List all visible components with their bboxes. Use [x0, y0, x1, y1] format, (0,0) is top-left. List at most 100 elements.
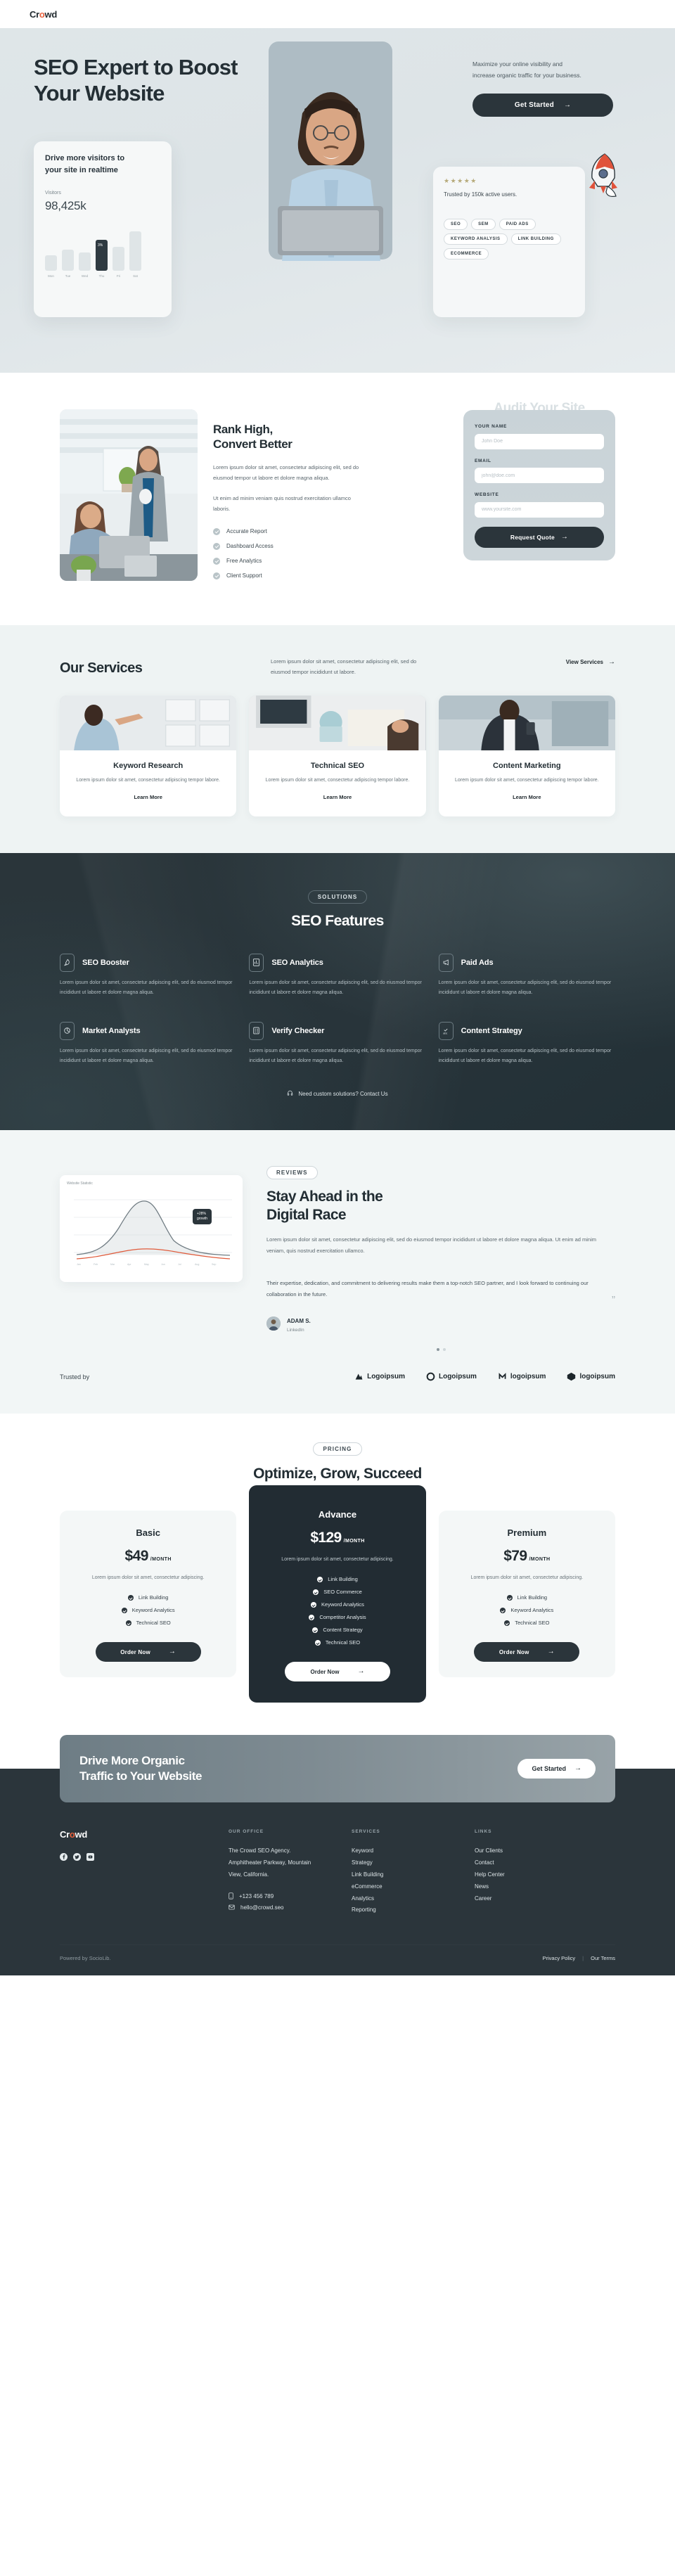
footer-link[interactable]: Help Center [475, 1869, 598, 1881]
service-card[interactable]: Content Marketing Lorem ipsum dolor sit … [438, 696, 615, 816]
website-input[interactable] [475, 501, 604, 518]
footer-service-link[interactable]: Reporting [352, 1904, 475, 1916]
hero-stats-metric-label: Visitors [45, 191, 61, 196]
footer-service-link[interactable]: Link Building [352, 1869, 475, 1881]
request-quote-label: Request Quote [510, 533, 555, 541]
email-input[interactable] [475, 468, 604, 483]
cta-get-started-button[interactable]: Get Started → [518, 1759, 596, 1779]
service-image [438, 696, 615, 751]
service-desc: Lorem ipsum dolor sit amet, consectetur … [265, 778, 410, 783]
rank-check-label: Free Analytics [226, 558, 262, 564]
plan-feature-label: Keyword Analytics [131, 1607, 175, 1614]
hero-cards: Drive more visitors to your site in real… [28, 41, 647, 318]
footer-link[interactable]: News [475, 1881, 598, 1893]
plan-feature: Keyword Analytics [453, 1607, 601, 1613]
reviews-author-role: LinkedIn [287, 1328, 304, 1333]
footer-email-row[interactable]: hello@crowd.seo [229, 1904, 352, 1911]
plan-feature: Keyword Analytics [74, 1607, 222, 1613]
footer-logo[interactable]: Crowd [60, 1829, 229, 1840]
rank-check-label: Client Support [226, 572, 262, 579]
feature-item: Market Analysts Lorem ipsum dolor sit am… [60, 1021, 236, 1066]
twitter-icon[interactable] [73, 1852, 81, 1861]
footer-link[interactable]: Contact [475, 1857, 598, 1869]
check-circle-icon [312, 1627, 319, 1633]
brand-logo-post: wd [44, 8, 58, 20]
audit-form-block: Audit Your Site YOUR NAME EMAIL WEBSITE [463, 401, 615, 560]
service-learn-more-link[interactable]: Learn More [513, 794, 541, 800]
service-card[interactable]: Keyword Research Lorem ipsum dolor sit a… [60, 696, 237, 816]
carousel-dot-active[interactable] [436, 1348, 439, 1352]
pricing-section: PRICING Optimize, Grow, Succeed Basic $4… [0, 1414, 675, 1720]
footer-service-link[interactable]: Strategy [352, 1857, 475, 1869]
plan-price-amount: $49 [124, 1548, 149, 1565]
plan-name: Premium [507, 1527, 547, 1539]
footer-address-line1: The Crowd SEO Agency. [229, 1847, 291, 1854]
tag-chip[interactable]: ECOMMERCE [444, 248, 489, 260]
cta-title-line2: Traffic to Your Website [79, 1769, 202, 1783]
hero-get-started-label: Get Started [514, 101, 554, 110]
hero-stats-title-line1: Drive more visitors to [45, 154, 125, 163]
axis-tick: Tue [65, 274, 71, 278]
plan-feature-label: Technical SEO [515, 1620, 550, 1627]
carousel-dot[interactable] [442, 1348, 446, 1352]
footer-service-link[interactable]: eCommerce [352, 1881, 475, 1893]
footer-terms-link[interactable]: Our Terms [591, 1955, 615, 1961]
youtube-icon[interactable] [86, 1852, 94, 1861]
feature-title: SEO Analytics [271, 958, 323, 967]
hero-stats-title: Drive more visitors to your site in real… [45, 153, 160, 177]
rocket-icon [581, 150, 626, 200]
tag-chip[interactable]: PAID ADS [499, 219, 536, 231]
features-header: SOLUTIONS SEO Features [0, 890, 675, 930]
service-learn-more-link[interactable]: Learn More [323, 794, 352, 800]
cta-wrapper: Drive More Organic Traffic to Your Websi… [0, 1719, 675, 1803]
view-services-link[interactable]: View Services → [566, 656, 615, 666]
plan-feature: Technical SEO [74, 1620, 222, 1626]
plan-order-button[interactable]: Order Now → [284, 1662, 390, 1682]
bar-chart-icon [249, 953, 264, 972]
brand-logo-item: Logoipsum [426, 1372, 477, 1381]
name-input[interactable] [475, 433, 604, 449]
service-card[interactable]: Technical SEO Lorem ipsum dolor sit amet… [249, 696, 426, 816]
arrow-right-icon: → [357, 1667, 365, 1676]
plan-order-button[interactable]: Order Now → [95, 1642, 201, 1662]
footer-social-links [60, 1852, 229, 1861]
quote-icon: ” [612, 1293, 615, 1306]
footer-phone-row[interactable]: +123 456 789 [229, 1892, 352, 1901]
check-circle-icon [506, 1594, 513, 1601]
brand-logo[interactable]: Crowd [0, 9, 57, 20]
footer-service-link[interactable]: Analytics [352, 1893, 475, 1905]
footer-privacy-link[interactable]: Privacy Policy [542, 1955, 575, 1961]
tag-chip[interactable]: SEO [444, 219, 468, 231]
feature-title: Paid Ads [461, 958, 494, 967]
plan-order-button[interactable]: Order Now → [474, 1642, 580, 1662]
plan-feature: Technical SEO [263, 1639, 411, 1646]
footer-powered-prefix: Powered by [60, 1955, 89, 1962]
field-website: WEBSITE [475, 492, 604, 518]
hero-get-started-button[interactable]: Get Started → [472, 94, 613, 117]
rank-check-label: Accurate Report [226, 528, 267, 534]
footer-service-link[interactable]: Keyword [352, 1845, 475, 1857]
rank-title: Rank High, Convert Better [213, 422, 364, 452]
services-description: Lorem ipsum dolor sit amet, consectetur … [271, 658, 417, 675]
plan-price-amount: $129 [310, 1530, 342, 1546]
tag-chip[interactable]: KEYWORD ANALYSIS [444, 233, 508, 245]
reviews-carousel-dots[interactable] [266, 1348, 615, 1352]
hero-subtitle-line1: Maximize your online visibility and [472, 60, 563, 68]
hero-cta-block: Maximize your online visibility and incr… [472, 59, 641, 117]
field-label-website: WEBSITE [475, 492, 499, 497]
brand-logo-item: Logoipsum [354, 1372, 405, 1381]
hero-trust-text: Trusted by 150k active users. [444, 191, 518, 198]
reviews-author-name: ADAM S. [287, 1318, 311, 1325]
feature-title: Content Strategy [461, 1026, 522, 1035]
tag-chip[interactable]: LINK BUILDING [510, 233, 561, 245]
footer-link[interactable]: Career [475, 1893, 598, 1905]
features-contact-link[interactable]: Need custom solutions? Contact Us [0, 1090, 675, 1098]
facebook-icon[interactable] [60, 1852, 68, 1861]
plan-desc: Lorem ipsum dolor sit amet, consectetur … [281, 1557, 394, 1563]
request-quote-button[interactable]: Request Quote → [475, 526, 604, 548]
cta-get-started-label: Get Started [532, 1765, 566, 1773]
service-learn-more-link[interactable]: Learn More [134, 794, 162, 800]
footer-link[interactable]: Our Clients [475, 1845, 598, 1857]
tag-chip[interactable]: SEM [471, 219, 496, 231]
check-circle-icon [311, 1601, 317, 1608]
